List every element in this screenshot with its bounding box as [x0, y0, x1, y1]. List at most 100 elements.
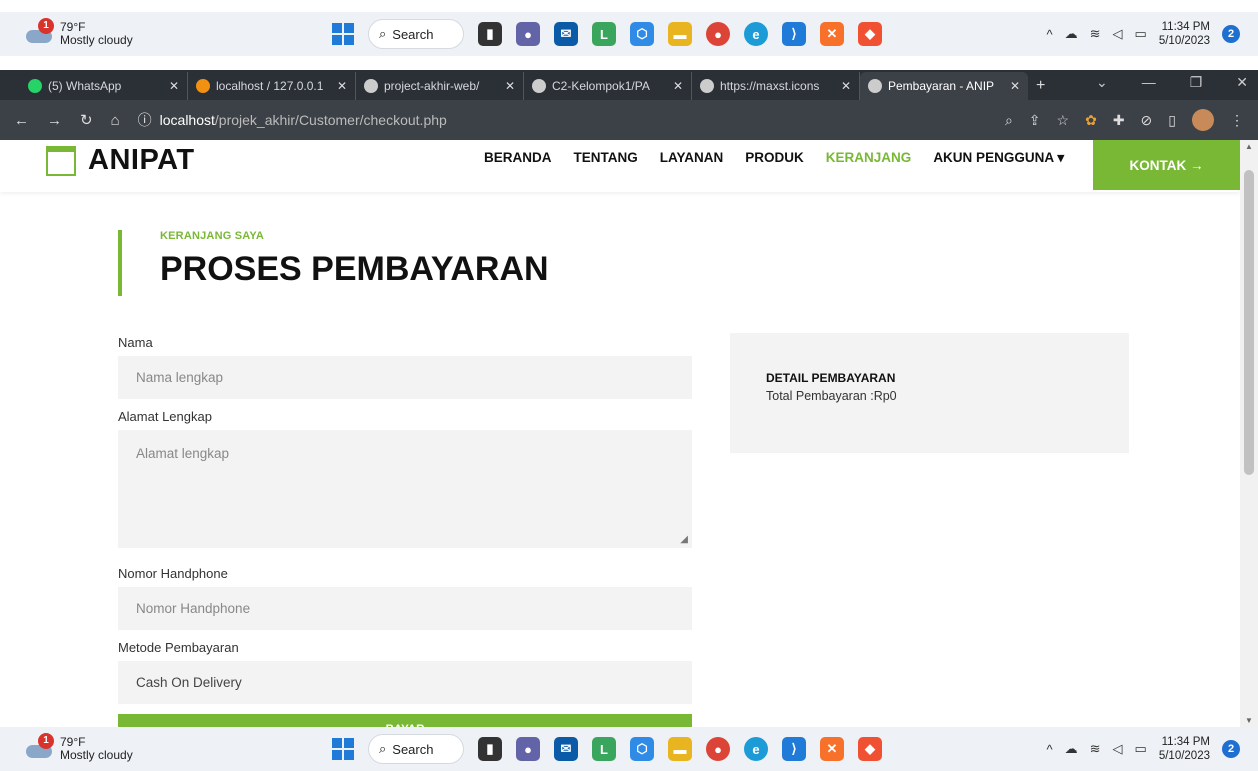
tab-github-kelompok[interactable]: C2-Kelompok1/PA ✕ [524, 72, 692, 100]
file-explorer-icon[interactable]: ▬ [668, 737, 692, 761]
app-l-icon[interactable]: L [592, 737, 616, 761]
taskbar-search[interactable]: ⌕ Search [368, 19, 464, 49]
wifi-icon[interactable]: ≋ [1090, 741, 1101, 757]
profile-avatar[interactable] [1192, 109, 1214, 131]
git-icon[interactable]: ◆ [858, 737, 882, 761]
app-hex-icon[interactable]: ⬡ [630, 737, 654, 761]
checkout-form: Nama Nama lengkap Alamat Lengkap Alamat … [118, 335, 692, 727]
onedrive-icon[interactable]: ☁ [1065, 741, 1078, 757]
nav-akun-pengguna[interactable]: AKUN PENGGUNA ▾ [933, 150, 1064, 166]
scroll-down-icon[interactable]: ▼ [1245, 716, 1253, 725]
puzzle-icon[interactable]: ✚ [1113, 112, 1125, 129]
app-hex-icon[interactable]: ⬡ [630, 22, 654, 46]
github-icon [532, 79, 546, 93]
sidepanel-icon[interactable]: ▯ [1168, 112, 1176, 129]
taskbar-search[interactable]: ⌕ Search [368, 734, 464, 764]
tab-pembayaran[interactable]: Pembayaran - ANIP ✕ [860, 72, 1028, 100]
vscode-icon[interactable]: ⟩ [782, 737, 806, 761]
mail-icon[interactable]: ✉ [554, 22, 578, 46]
nama-input[interactable]: Nama lengkap [118, 356, 692, 399]
tab-phpmyadmin[interactable]: localhost / 127.0.0.1 ✕ [188, 72, 356, 100]
resize-grip-icon[interactable]: ◢ [680, 534, 688, 545]
chat-icon[interactable]: ● [516, 22, 540, 46]
chevron-down-icon[interactable]: ⌄ [1096, 74, 1108, 91]
nav-keranjang[interactable]: KERANJANG [826, 150, 912, 166]
vscode-icon[interactable]: ⟩ [782, 22, 806, 46]
info-icon: ⓘ [137, 112, 152, 128]
chat-icon[interactable]: ● [516, 737, 540, 761]
xampp-icon[interactable]: ✕ [820, 22, 844, 46]
notification-badge[interactable]: 2 [1222, 740, 1240, 758]
reload-icon[interactable]: ↻ [80, 111, 93, 129]
volume-icon[interactable]: ◁ [1113, 741, 1123, 757]
zoom-icon[interactable]: ⌕ [1005, 112, 1013, 129]
chrome-icon[interactable]: ● [706, 22, 730, 46]
minimize-icon[interactable]: — [1142, 74, 1156, 91]
weather-widget[interactable]: 1 79°F Mostly cloudy [24, 18, 133, 47]
close-icon[interactable]: ✕ [337, 79, 347, 93]
cloud-icon: 1 [24, 18, 54, 44]
alamat-label: Alamat Lengkap [118, 409, 212, 424]
chevron-up-icon[interactable]: ^ [1047, 742, 1053, 757]
onedrive-icon[interactable]: ☁ [1065, 26, 1078, 42]
mail-icon[interactable]: ✉ [554, 737, 578, 761]
volume-icon[interactable]: ◁ [1113, 26, 1123, 42]
nav-links: BERANDA TENTANG LAYANAN PRODUK KERANJANG… [484, 150, 1064, 166]
kontak-button[interactable]: KONTAK → [1093, 140, 1240, 190]
battery-icon[interactable]: ▭ [1135, 741, 1147, 757]
metode-select[interactable]: Cash On Delivery [118, 661, 692, 704]
whatsapp-icon [28, 79, 42, 93]
clock[interactable]: 11:34 PM 5/10/2023 [1159, 735, 1210, 763]
bayar-button[interactable]: BAYAR [118, 714, 692, 727]
task-view-icon[interactable]: ▮ [478, 22, 502, 46]
restore-icon[interactable]: ❐ [1190, 74, 1203, 91]
new-tab-button[interactable]: + [1036, 72, 1045, 100]
chrome-icon[interactable]: ● [706, 737, 730, 761]
extension-icon[interactable]: ✿ [1085, 112, 1097, 129]
close-icon[interactable]: ✕ [169, 79, 179, 93]
weather-widget[interactable]: 1 79°F Mostly cloudy [24, 733, 133, 762]
nav-beranda[interactable]: BERANDA [484, 150, 552, 166]
close-icon[interactable]: ✕ [673, 79, 683, 93]
home-icon[interactable]: ⌂ [111, 112, 120, 129]
hp-input[interactable]: Nomor Handphone [118, 587, 692, 630]
summary-title: DETAIL PEMBAYARAN [766, 371, 896, 385]
clock[interactable]: 11:34 PM 5/10/2023 [1159, 20, 1210, 48]
brand[interactable]: ANIPAT [46, 144, 195, 177]
back-icon[interactable]: ← [14, 112, 29, 129]
url-field[interactable]: ⓘ localhost/projek_akhir/Customer/checkou… [138, 110, 447, 130]
alamat-textarea[interactable]: Alamat lengkap ◢ [118, 430, 692, 548]
sync-icon[interactable]: ⊘ [1141, 112, 1153, 129]
file-explorer-icon[interactable]: ▬ [668, 22, 692, 46]
close-icon[interactable]: ✕ [505, 79, 515, 93]
close-window-icon[interactable]: ✕ [1236, 74, 1248, 91]
nav-produk[interactable]: PRODUK [745, 150, 804, 166]
chevron-up-icon[interactable]: ^ [1047, 27, 1053, 42]
notification-badge[interactable]: 2 [1222, 25, 1240, 43]
xampp-icon[interactable]: ✕ [820, 737, 844, 761]
battery-icon[interactable]: ▭ [1135, 26, 1147, 42]
wifi-icon[interactable]: ≋ [1090, 26, 1101, 42]
edge-icon[interactable]: e [744, 737, 768, 761]
git-icon[interactable]: ◆ [858, 22, 882, 46]
nav-layanan[interactable]: LAYANAN [660, 150, 724, 166]
close-icon[interactable]: ✕ [841, 79, 851, 93]
windows-start-icon[interactable] [332, 23, 354, 45]
task-view-icon[interactable]: ▮ [478, 737, 502, 761]
windows-start-icon[interactable] [332, 738, 354, 760]
forward-icon[interactable]: → [47, 112, 62, 129]
github-icon [364, 79, 378, 93]
scroll-up-icon[interactable]: ▲ [1245, 142, 1253, 151]
app-l-icon[interactable]: L [592, 22, 616, 46]
tab-maxst-icons[interactable]: https://maxst.icons ✕ [692, 72, 860, 100]
edge-icon[interactable]: e [744, 22, 768, 46]
page-scrollbar[interactable]: ▲ ▼ [1240, 140, 1258, 727]
star-icon[interactable]: ☆ [1057, 112, 1070, 129]
share-icon[interactable]: ⇪ [1029, 112, 1041, 129]
tab-github-project[interactable]: project-akhir-web/✕ [356, 72, 524, 100]
scrollbar-thumb[interactable] [1244, 170, 1254, 475]
nav-tentang[interactable]: TENTANG [574, 150, 638, 166]
tab-whatsapp[interactable]: (5) WhatsApp ✕ [20, 72, 188, 100]
menu-icon[interactable]: ⋮ [1230, 112, 1244, 129]
close-icon[interactable]: ✕ [1010, 79, 1020, 93]
